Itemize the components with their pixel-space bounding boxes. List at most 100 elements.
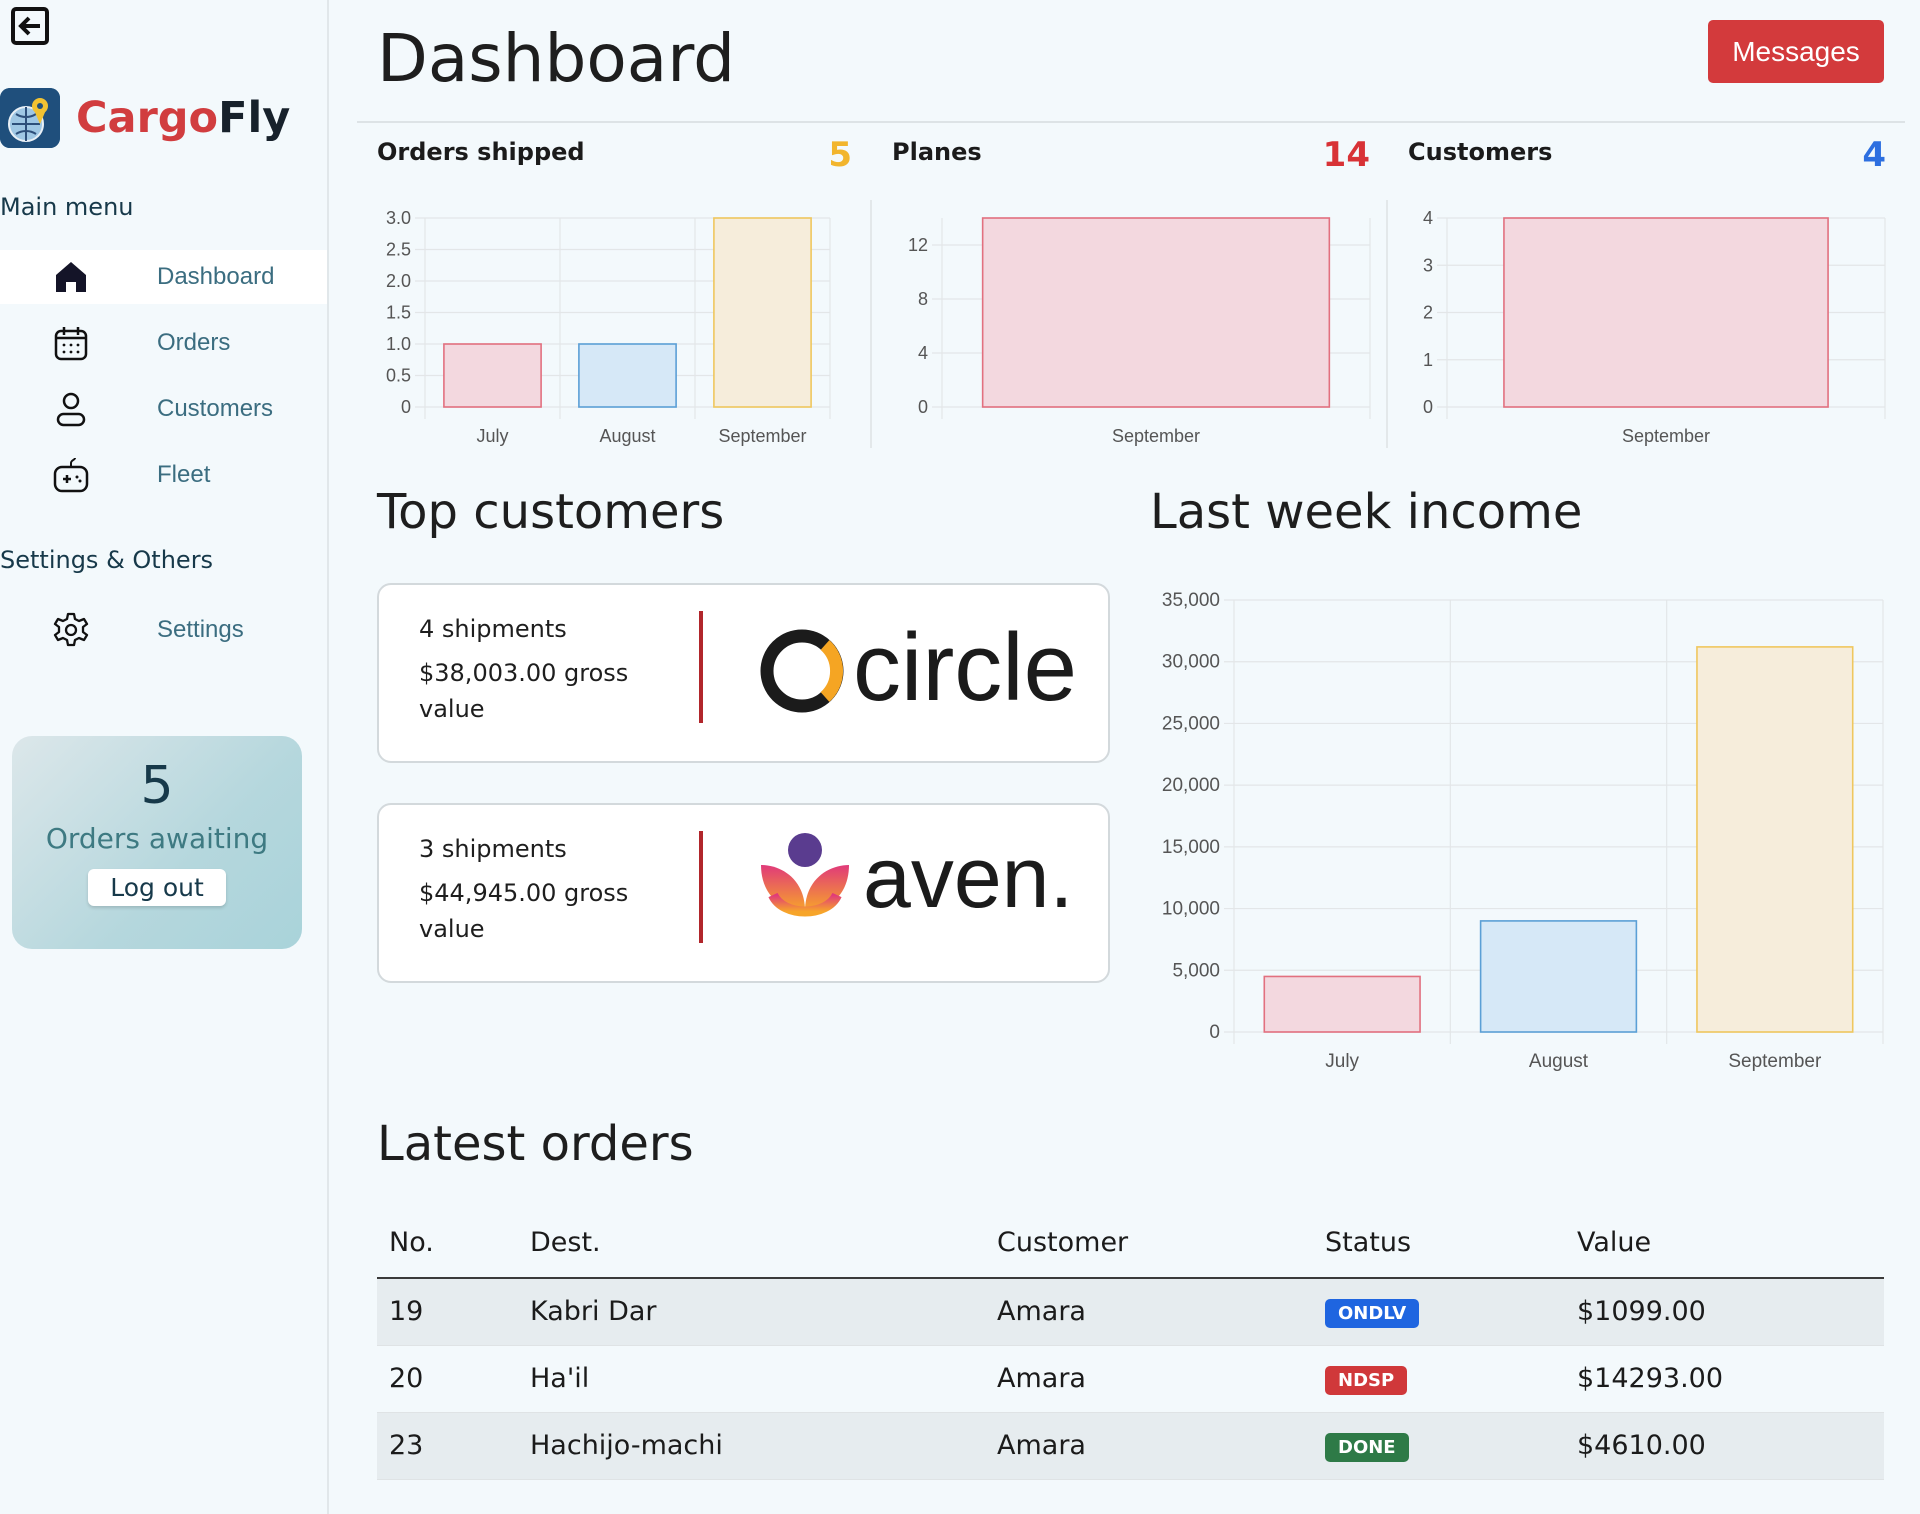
collapse-sidebar-icon[interactable] bbox=[10, 6, 50, 46]
sidebar-item-settings[interactable]: Settings bbox=[0, 603, 327, 657]
sidebar-item-orders[interactable]: Orders bbox=[0, 316, 327, 370]
customer-shipments: 3 shipments bbox=[419, 835, 567, 863]
bar bbox=[1503, 217, 1829, 408]
sidebar-item-fleet[interactable]: Fleet bbox=[0, 448, 327, 502]
bar bbox=[443, 343, 542, 408]
customer-gross-value: $38,003.00 gross value bbox=[419, 659, 629, 723]
kpi-orders-shipped-label: Orders shipped bbox=[377, 138, 585, 166]
brand[interactable]: CargoFly bbox=[0, 88, 290, 148]
col-header-value[interactable]: Value bbox=[1565, 1208, 1884, 1279]
y-tick-label: 8 bbox=[918, 289, 928, 309]
x-tick-label: August bbox=[1529, 1051, 1589, 1072]
y-tick-label: 0 bbox=[401, 397, 411, 417]
top-customer-card[interactable]: 3 shipments $44,945.00 gross value aven. bbox=[377, 803, 1110, 983]
y-tick-label: 2 bbox=[1423, 303, 1433, 323]
y-tick-label: 1 bbox=[1423, 350, 1433, 370]
brand-name-part2: Fly bbox=[218, 93, 291, 143]
col-header-dest[interactable]: Dest. bbox=[518, 1208, 985, 1279]
sidebar-item-label: Customers bbox=[157, 395, 274, 422]
y-tick-label: 35,000 bbox=[1162, 590, 1220, 611]
sidebar-item-label: Fleet bbox=[157, 461, 211, 488]
y-tick-label: 3 bbox=[1423, 255, 1433, 275]
table-row[interactable]: 19 Kabri Dar Amara ONDLV $1099.00 bbox=[377, 1278, 1884, 1346]
table-row[interactable]: 23 Hachijo-machi Amara DONE $4610.00 bbox=[377, 1412, 1884, 1480]
x-tick-label: September bbox=[718, 426, 806, 446]
col-header-status[interactable]: Status bbox=[1313, 1208, 1565, 1279]
y-tick-label: 30,000 bbox=[1162, 652, 1220, 673]
kpi-planes-value: 14 bbox=[1322, 135, 1370, 175]
bar bbox=[1696, 646, 1854, 1033]
orders-awaiting-label: Orders awaiting bbox=[45, 822, 269, 855]
sidebar-item-label: Settings bbox=[157, 616, 244, 643]
y-tick-label: 3.0 bbox=[386, 208, 411, 228]
col-header-customer[interactable]: Customer bbox=[985, 1208, 1313, 1279]
order-status-cell: DONE bbox=[1313, 1412, 1565, 1480]
order-no: 20 bbox=[377, 1345, 518, 1413]
gamepad-icon bbox=[53, 457, 89, 493]
table-row[interactable]: 20 Ha'il Amara NDSP $14293.00 bbox=[377, 1345, 1884, 1413]
customer-gross-value: $44,945.00 gross value bbox=[419, 879, 629, 943]
home-icon bbox=[56, 262, 86, 292]
col-header-no[interactable]: No. bbox=[377, 1208, 518, 1279]
card-divider bbox=[699, 831, 703, 943]
sidebar-item-label: Orders bbox=[157, 329, 231, 356]
bar bbox=[1479, 920, 1638, 1033]
kpi-orders-shipped-value: 5 bbox=[828, 135, 852, 175]
last-week-income-chart: 0 5,000 10,000 15,000 20,000 25,000 30,000 35,0… bbox=[1162, 590, 1884, 1072]
top-customer-card[interactable]: 4 shipments $38,003.00 gross value circl… bbox=[377, 583, 1110, 763]
y-tick-label: 0.5 bbox=[386, 366, 411, 386]
x-tick-label: August bbox=[599, 426, 655, 446]
y-tick-label: 2.5 bbox=[386, 240, 411, 260]
main-menu-title: Main menu bbox=[0, 193, 134, 221]
sidebar-item-label: Dashboard bbox=[157, 263, 275, 290]
kpi-customers-value: 4 bbox=[1862, 135, 1886, 175]
order-customer: Amara bbox=[985, 1345, 1313, 1413]
orders-awaiting-card: 5 Orders awaiting Log out bbox=[12, 736, 302, 949]
divider bbox=[357, 121, 1905, 123]
globe-logo-icon bbox=[0, 88, 60, 148]
x-tick-label: September bbox=[1622, 426, 1710, 446]
order-dest: Ha'il bbox=[518, 1345, 985, 1413]
y-tick-label: 0 bbox=[1209, 1022, 1220, 1043]
customer-shipments: 4 shipments bbox=[419, 615, 567, 643]
kpi-separator bbox=[1386, 200, 1388, 448]
sidebar-item-customers[interactable]: Customers bbox=[0, 382, 327, 436]
y-tick-label: 15,000 bbox=[1162, 837, 1220, 858]
order-dest: Kabri Dar bbox=[518, 1278, 985, 1346]
status-badge: DONE bbox=[1325, 1433, 1409, 1462]
brand-name-part1: Cargo bbox=[76, 93, 219, 143]
order-customer: Amara bbox=[985, 1278, 1313, 1346]
y-tick-label: 0 bbox=[1423, 397, 1433, 417]
sidebar-item-dashboard[interactable]: Dashboard bbox=[0, 250, 327, 304]
y-tick-label: 4 bbox=[1423, 208, 1433, 228]
planes-chart: 0 4 8 12 September bbox=[908, 217, 1371, 446]
bar bbox=[1263, 975, 1421, 1033]
order-no: 23 bbox=[377, 1412, 518, 1480]
table-header-row: No. Dest. Customer Status Value bbox=[377, 1208, 1884, 1279]
logout-button[interactable]: Log out bbox=[88, 869, 226, 906]
order-dest: Hachijo-machi bbox=[518, 1412, 985, 1480]
y-tick-label: 2.0 bbox=[386, 271, 411, 291]
status-badge: ONDLV bbox=[1325, 1299, 1420, 1329]
messages-button[interactable]: Messages bbox=[1708, 20, 1884, 83]
y-tick-label: 1.5 bbox=[386, 303, 411, 323]
bar bbox=[578, 343, 677, 408]
sidebar: CargoFly Main menu Dashboard Orders Cust… bbox=[0, 0, 329, 1514]
circle-logo-icon: circle bbox=[759, 605, 1089, 735]
y-tick-label: 4 bbox=[918, 343, 928, 363]
x-tick-label: July bbox=[476, 426, 508, 446]
aven-logo-icon: aven. bbox=[759, 825, 1089, 955]
brand-name: CargoFly bbox=[76, 93, 290, 143]
order-value: $1099.00 bbox=[1565, 1278, 1884, 1346]
order-value: $4610.00 bbox=[1565, 1412, 1884, 1480]
gear-icon bbox=[53, 612, 89, 647]
y-tick-label: 5,000 bbox=[1172, 960, 1220, 981]
settings-section-title: Settings & Others bbox=[0, 546, 214, 574]
orders-shipped-chart: 0 0.5 1.0 1.5 2.0 2.5 3.0 July August September bbox=[386, 208, 831, 446]
kpi-planes-label: Planes bbox=[892, 138, 982, 166]
y-tick-label: 12 bbox=[908, 235, 928, 255]
order-customer: Amara bbox=[985, 1412, 1313, 1480]
order-no: 19 bbox=[377, 1278, 518, 1346]
y-tick-label: 1.0 bbox=[386, 334, 411, 354]
last-week-income-title: Last week income bbox=[1150, 484, 1583, 540]
